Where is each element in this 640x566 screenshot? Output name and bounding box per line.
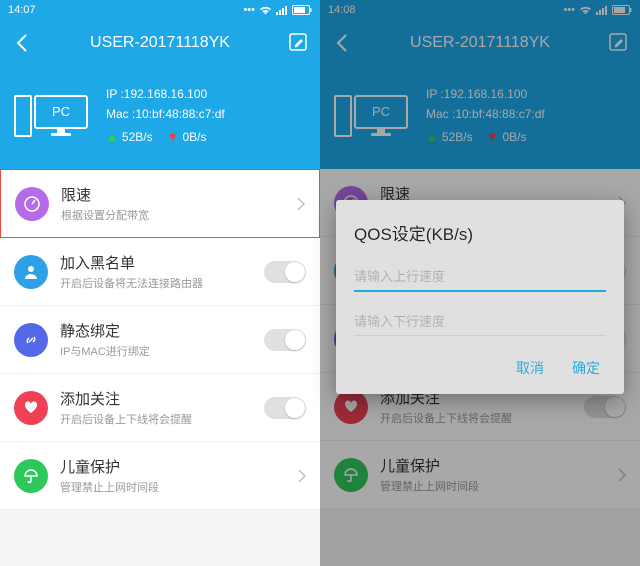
chevron-right-icon [297, 197, 305, 211]
upload-speed: 52B/s [122, 127, 153, 147]
edit-button[interactable] [608, 32, 630, 54]
edit-button[interactable] [288, 32, 310, 54]
download-speed: 0B/s [502, 127, 526, 147]
item-sub: 管理禁止上网时间段 [60, 479, 298, 495]
umbrella-icon [334, 458, 368, 492]
list-item-child-protect[interactable]: 儿童保护 管理禁止上网时间段 [0, 442, 320, 510]
status-indicators: ••• [243, 4, 312, 16]
back-button[interactable] [330, 31, 354, 55]
download-arrow-icon: ▼ [487, 127, 499, 147]
status-bar: 14:08 ••• [320, 0, 640, 20]
gauge-icon [15, 187, 49, 221]
upload-arrow-icon: ▲ [426, 127, 438, 147]
item-sub: 管理禁止上网时间段 [380, 478, 618, 494]
back-button[interactable] [10, 31, 34, 55]
toggle-static-bind[interactable] [264, 329, 306, 351]
umbrella-icon [14, 459, 48, 493]
page-title: USER-20171118YK [410, 34, 550, 52]
item-title: 儿童保护 [60, 456, 298, 477]
chevron-right-icon [618, 468, 626, 482]
pc-label: PC [354, 95, 408, 129]
status-time: 14:07 [8, 4, 36, 16]
link-icon [14, 323, 48, 357]
upload-arrow-icon: ▲ [106, 127, 118, 147]
pc-icon: PC [334, 95, 408, 137]
item-title: 加入黑名单 [60, 252, 264, 273]
item-sub: 开启后设备上下线将会提醒 [380, 410, 584, 426]
battery-icon [612, 5, 632, 15]
status-time: 14:08 [328, 4, 356, 16]
device-info-text: IP :192.168.16.100 Mac :10:bf:48:88:c7:d… [106, 84, 225, 147]
ip-address: IP :192.168.16.100 [106, 84, 225, 104]
header: USER-20171118YK [0, 20, 320, 66]
item-title: 静态绑定 [60, 320, 264, 341]
download-speed-input[interactable] [354, 308, 606, 336]
cancel-button[interactable]: 取消 [516, 358, 544, 378]
header: USER-20171118YK [320, 20, 640, 66]
list-item-follow[interactable]: 添加关注 开启后设备上下线将会提醒 [0, 374, 320, 442]
device-info-panel: PC IP :192.168.16.100 Mac :10:bf:48:88:c… [0, 66, 320, 169]
battery-icon [292, 5, 312, 15]
ip-address: IP :192.168.16.100 [426, 84, 545, 104]
toggle-blacklist[interactable] [264, 261, 306, 283]
download-arrow-icon: ▼ [167, 127, 179, 147]
ok-button[interactable]: 确定 [572, 358, 600, 378]
wifi-icon [579, 5, 592, 15]
device-info-panel: PC IP :192.168.16.100 Mac :10:bf:48:88:c… [320, 66, 640, 169]
person-icon [14, 255, 48, 289]
wifi-icon [259, 5, 272, 15]
settings-list: 限速 根据设置分配带宽 加入黑名单 开启后设备将无法连接路由器 静态绑定 [0, 169, 320, 510]
item-sub: 开启后设备将无法连接路由器 [60, 275, 264, 291]
list-item-blacklist[interactable]: 加入黑名单 开启后设备将无法连接路由器 [0, 238, 320, 306]
status-bar: 14:07 ••• [0, 0, 320, 20]
status-indicators: ••• [563, 4, 632, 16]
pc-icon: PC [14, 95, 88, 137]
device-info-text: IP :192.168.16.100 Mac :10:bf:48:88:c7:d… [426, 84, 545, 147]
phone-left: 14:07 ••• USER-20171118YK PC IP :192.168… [0, 0, 320, 566]
download-speed: 0B/s [182, 127, 206, 147]
toggle-follow[interactable] [264, 397, 306, 419]
item-sub: 根据设置分配带宽 [61, 207, 297, 223]
qos-dialog: QOS设定(KB/s) 取消 确定 [336, 200, 624, 394]
item-title: 添加关注 [60, 388, 264, 409]
chevron-right-icon [298, 469, 306, 483]
mac-address: Mac :10:bf:48:88:c7:df [106, 104, 225, 124]
more-icon: ••• [563, 4, 575, 16]
item-title: 限速 [61, 184, 297, 205]
heart-icon [334, 390, 368, 424]
list-item-child-protect[interactable]: 儿童保护 管理禁止上网时间段 [320, 441, 640, 509]
toggle-follow[interactable] [584, 396, 626, 418]
list-item-static-bind[interactable]: 静态绑定 IP与MAC进行绑定 [0, 306, 320, 374]
item-title: 儿童保护 [380, 455, 618, 476]
item-sub: 开启后设备上下线将会提醒 [60, 411, 264, 427]
more-icon: ••• [243, 4, 255, 16]
signal-icon [276, 5, 288, 15]
phone-right: 14:08 ••• USER-20171118YK PC IP :192.168… [320, 0, 640, 566]
upload-speed: 52B/s [442, 127, 473, 147]
page-title: USER-20171118YK [90, 34, 230, 52]
upload-speed-input[interactable] [354, 263, 606, 292]
signal-icon [596, 5, 608, 15]
pc-label: PC [34, 95, 88, 129]
dialog-title: QOS设定(KB/s) [354, 220, 606, 245]
mac-address: Mac :10:bf:48:88:c7:df [426, 104, 545, 124]
item-sub: IP与MAC进行绑定 [60, 343, 264, 359]
heart-icon [14, 391, 48, 425]
list-item-speed-limit[interactable]: 限速 根据设置分配带宽 [0, 169, 320, 238]
